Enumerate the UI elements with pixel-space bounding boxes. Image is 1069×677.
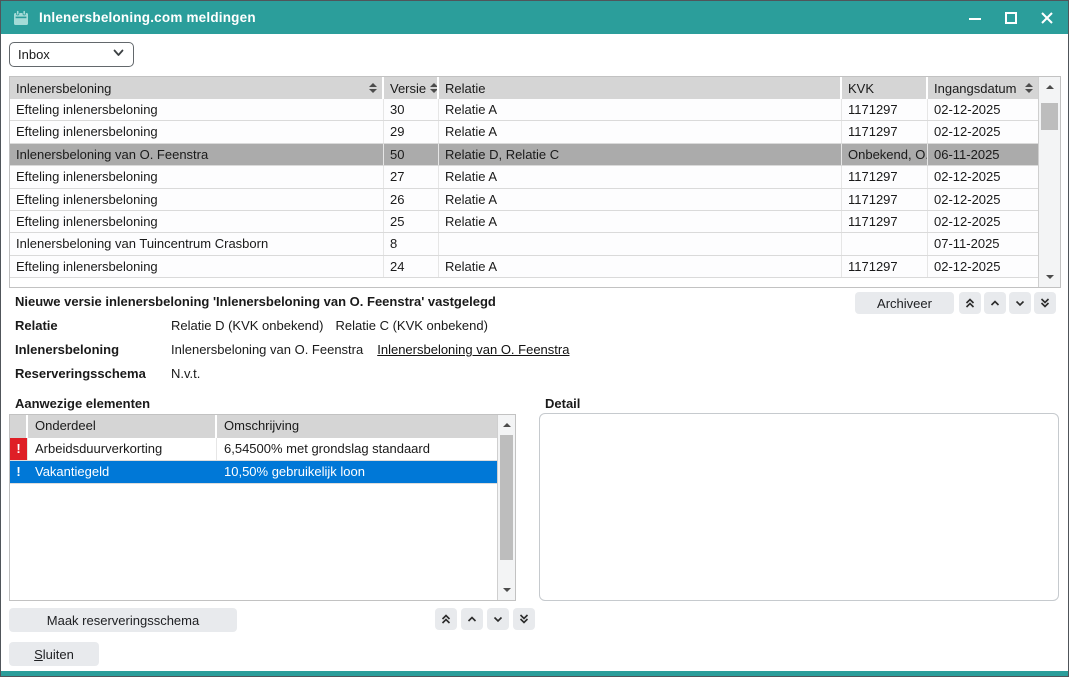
inbox-row[interactable]: Efteling inlenersbeloning 25 Relatie A 1… xyxy=(10,211,1060,233)
window-controls xyxy=(966,9,1056,27)
inbox-table-scrollbar[interactable] xyxy=(1038,77,1060,287)
inbox-row[interactable]: Efteling inlenersbeloning 24 Relatie A 1… xyxy=(10,256,1060,278)
scrollbar-thumb[interactable] xyxy=(500,435,513,560)
relatie-value: Relatie D (KVK onbekend)Relatie C (KVK o… xyxy=(171,318,488,333)
sort-icon xyxy=(369,83,377,93)
mailbox-selected-value: Inbox xyxy=(18,47,112,62)
sort-icon xyxy=(1025,83,1033,93)
warning-icon: ! xyxy=(10,461,28,483)
elements-heading: Aanwezige elementen xyxy=(15,396,150,411)
window-title: Inlenersbeloning.com meldingen xyxy=(39,10,256,25)
detail-heading: Detail xyxy=(545,396,580,411)
make-reservation-schema-button[interactable]: Maak reserveringsschema xyxy=(9,608,237,632)
elements-table-scrollbar[interactable] xyxy=(497,415,515,600)
inbox-row-selected[interactable]: Inlenersbeloning van O. Feenstra 50 Rela… xyxy=(10,144,1060,166)
previous-element-button[interactable] xyxy=(461,608,483,630)
column-header-relatie[interactable]: Relatie xyxy=(439,77,842,99)
calendar-app-icon xyxy=(13,10,29,26)
column-header-versie[interactable]: Versie xyxy=(384,77,439,99)
inbox-table: Inlenersbeloning Versie Relatie KVK Inga… xyxy=(9,76,1061,288)
column-header-warning xyxy=(10,415,28,438)
first-element-button[interactable] xyxy=(435,608,457,630)
first-message-button[interactable] xyxy=(959,292,981,314)
sort-icon xyxy=(430,83,438,93)
last-element-button[interactable] xyxy=(513,608,535,630)
scrollbar-thumb[interactable] xyxy=(1041,103,1058,130)
inbox-row[interactable]: Efteling inlenersbeloning 27 Relatie A 1… xyxy=(10,166,1060,188)
archive-button[interactable]: Archiveer xyxy=(855,292,954,314)
elements-table: Onderdeel Omschrijving ! Arbeidsduurverk… xyxy=(9,414,516,601)
inlenersbeloning-value: Inlenersbeloning van O. FeenstraInleners… xyxy=(171,342,569,357)
previous-message-button[interactable] xyxy=(984,292,1006,314)
mailbox-select[interactable]: Inbox xyxy=(9,42,134,67)
app-window: Inlenersbeloning.com meldingen Inbox Inl… xyxy=(0,0,1069,677)
window-bottom-accent xyxy=(1,671,1068,676)
warning-icon: ! xyxy=(10,438,28,460)
message-title: Nieuwe versie inlenersbeloning 'Inleners… xyxy=(15,294,496,309)
inbox-row[interactable]: Efteling inlenersbeloning 26 Relatie A 1… xyxy=(10,189,1060,211)
close-button[interactable]: Sluiten xyxy=(9,642,99,666)
column-header-inlenersbeloning[interactable]: Inlenersbeloning xyxy=(10,77,384,99)
reserveringsschema-value: N.v.t. xyxy=(171,366,200,381)
column-header-onderdeel[interactable]: Onderdeel xyxy=(28,415,217,438)
inbox-row[interactable]: Efteling inlenersbeloning 29 Relatie A 1… xyxy=(10,121,1060,143)
detail-panel xyxy=(539,413,1059,601)
inbox-table-header: Inlenersbeloning Versie Relatie KVK Inga… xyxy=(10,77,1060,99)
close-icon[interactable] xyxy=(1038,9,1056,27)
next-element-button[interactable] xyxy=(487,608,509,630)
element-row-selected[interactable]: ! Vakantiegeld 10,50% gebruikelijk loon xyxy=(10,461,515,484)
scroll-up-icon[interactable] xyxy=(1039,79,1060,95)
elements-table-header: Onderdeel Omschrijving xyxy=(10,415,515,438)
inbox-row[interactable]: Efteling inlenersbeloning 30 Relatie A 1… xyxy=(10,99,1060,121)
titlebar: Inlenersbeloning.com meldingen xyxy=(1,1,1068,34)
scroll-down-icon[interactable] xyxy=(1039,269,1060,285)
minimize-icon[interactable] xyxy=(966,9,984,27)
maximize-icon[interactable] xyxy=(1002,9,1020,27)
reserveringsschema-label: Reserveringsschema xyxy=(15,366,146,381)
inlenersbeloning-label: Inlenersbeloning xyxy=(15,342,119,357)
relatie-label: Relatie xyxy=(15,318,58,333)
column-header-kvk[interactable]: KVK xyxy=(842,77,928,99)
column-header-omschrijving[interactable]: Omschrijving xyxy=(217,415,499,438)
element-row[interactable]: ! Arbeidsduurverkorting 6,54500% met gro… xyxy=(10,438,515,461)
last-message-button[interactable] xyxy=(1034,292,1056,314)
inbox-row[interactable]: Inlenersbeloning van Tuincentrum Crasbor… xyxy=(10,233,1060,255)
scroll-down-icon[interactable] xyxy=(498,582,515,598)
chevron-down-icon xyxy=(112,46,125,64)
inlenersbeloning-link[interactable]: Inlenersbeloning van O. Feenstra xyxy=(377,342,569,357)
scroll-up-icon[interactable] xyxy=(498,417,515,433)
column-header-ingangsdatum[interactable]: Ingangsdatum xyxy=(928,77,1038,99)
next-message-button[interactable] xyxy=(1009,292,1031,314)
